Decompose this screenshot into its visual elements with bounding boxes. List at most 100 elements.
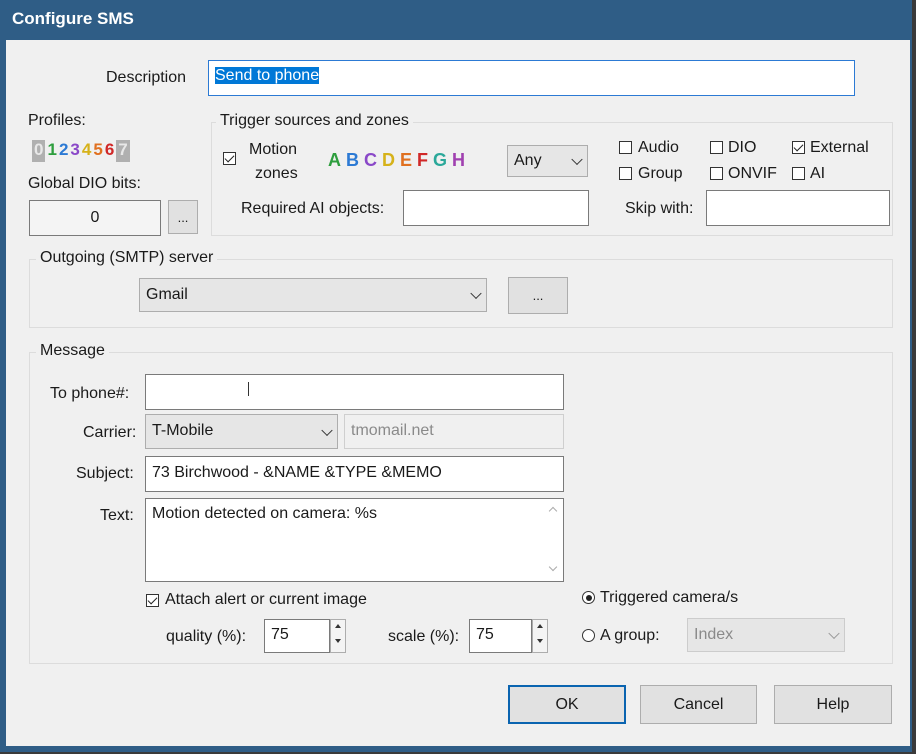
window-title: Configure SMS — [12, 9, 134, 28]
smtp-server-select[interactable]: Gmail — [139, 278, 487, 312]
zone-f[interactable]: F — [417, 150, 428, 171]
scale-label: scale (%): — [388, 628, 460, 645]
textarea-scrollbar[interactable] — [546, 500, 562, 580]
trigger-sources-title: Trigger sources and zones — [216, 112, 413, 130]
zone-c[interactable]: C — [364, 150, 377, 171]
chevron-down-icon — [321, 424, 333, 436]
text-textarea[interactable]: Motion detected on camera: %s — [145, 498, 564, 582]
attach-image-checkbox[interactable] — [146, 594, 159, 607]
onvif-checkbox[interactable] — [710, 167, 723, 180]
profile-0[interactable]: 0 — [32, 140, 46, 162]
motion-zones-checkbox[interactable] — [223, 152, 236, 165]
a-group-label: A group: — [600, 627, 660, 644]
scroll-up-icon[interactable] — [548, 506, 558, 516]
profile-1[interactable]: 1 — [47, 140, 56, 162]
profile-3[interactable]: 3 — [70, 140, 79, 162]
audio-checkbox[interactable] — [619, 141, 632, 154]
motion-zones-label-1: Motion — [249, 141, 298, 158]
smtp-title: Outgoing (SMTP) server — [36, 249, 218, 267]
dio-checkbox[interactable] — [710, 141, 723, 154]
description-input[interactable]: Send to phone — [208, 60, 855, 96]
message-title: Message — [36, 342, 109, 360]
subject-input[interactable]: 73 Birchwood - &NAME &TYPE &MEMO — [145, 456, 564, 492]
quality-label: quality (%): — [166, 628, 247, 645]
scroll-down-icon[interactable] — [548, 562, 558, 572]
subject-value: 73 Birchwood - &NAME &TYPE &MEMO — [152, 464, 442, 481]
zone-mode-select[interactable]: Any — [507, 145, 588, 177]
global-dio-label: Global DIO bits: — [28, 175, 141, 192]
global-dio-browse-button[interactable]: ... — [168, 200, 198, 234]
profile-2[interactable]: 2 — [59, 140, 68, 162]
profile-5[interactable]: 5 — [93, 140, 102, 162]
carrier-select[interactable]: T-Mobile — [145, 414, 338, 449]
chevron-down-icon — [828, 627, 840, 640]
chevron-down-icon — [470, 287, 482, 300]
description-value: Send to phone — [215, 67, 320, 84]
audio-label: Audio — [638, 139, 679, 156]
zone-g[interactable]: G — [433, 150, 447, 171]
spin-down-icon[interactable] — [533, 636, 547, 652]
carrier-label: Carrier: — [83, 424, 137, 441]
dio-label: DIO — [728, 139, 757, 156]
onvif-label: ONVIF — [728, 165, 777, 182]
group-checkbox[interactable] — [619, 167, 632, 180]
ok-button[interactable]: OK — [508, 685, 626, 724]
browse-label: ... — [532, 288, 544, 303]
zone-d[interactable]: D — [382, 150, 395, 171]
help-button[interactable]: Help — [774, 685, 892, 724]
text-label: Text: — [100, 507, 134, 524]
global-dio-field[interactable]: 0 — [29, 200, 161, 236]
title-bar[interactable]: Configure SMS — [0, 0, 912, 40]
scale-spinner[interactable] — [532, 619, 548, 653]
carrier-domain-field: tmomail.net — [344, 414, 564, 449]
attach-image-label: Attach alert or current image — [165, 591, 367, 608]
zone-mode-value: Any — [514, 152, 542, 169]
carrier-domain-value: tmomail.net — [351, 422, 434, 439]
profiles-label: Profiles: — [28, 112, 86, 129]
profile-7[interactable]: 7 — [116, 140, 130, 162]
chevron-down-icon — [571, 153, 583, 166]
zones-selector: ABCDEFGH — [328, 150, 465, 171]
group-select-value: Index — [694, 626, 734, 643]
smtp-server-value: Gmail — [146, 286, 188, 303]
description-label: Description — [106, 69, 187, 86]
motion-zones-label-2: zones — [255, 165, 298, 182]
cancel-button[interactable]: Cancel — [640, 685, 757, 724]
to-phone-label: To phone#: — [50, 385, 130, 402]
zone-h[interactable]: H — [452, 150, 465, 171]
external-label: External — [810, 139, 869, 156]
smtp-browse-button[interactable]: ... — [508, 277, 568, 314]
carrier-value: T-Mobile — [152, 422, 214, 439]
skip-with-input[interactable] — [706, 190, 890, 226]
scale-input[interactable]: 75 — [469, 619, 532, 653]
skip-with-label: Skip with: — [625, 200, 694, 217]
spin-down-icon[interactable] — [331, 636, 345, 652]
zone-a[interactable]: A — [328, 150, 341, 171]
spin-up-icon[interactable] — [533, 620, 547, 636]
browse-label: ... — [177, 209, 189, 225]
required-ai-input[interactable] — [403, 190, 589, 226]
cancel-label: Cancel — [673, 695, 724, 713]
triggered-cameras-radio[interactable] — [582, 591, 595, 604]
profile-6[interactable]: 6 — [105, 140, 114, 162]
a-group-radio[interactable] — [582, 629, 595, 642]
zone-e[interactable]: E — [400, 150, 412, 171]
ok-label: OK — [555, 695, 579, 713]
text-cursor — [248, 382, 249, 396]
quality-value: 75 — [271, 626, 289, 643]
ai-label: AI — [810, 165, 826, 182]
quality-spinner[interactable] — [330, 619, 346, 653]
to-phone-input[interactable] — [145, 374, 564, 410]
dialog-body: Description Send to phone Profiles: 0123… — [6, 40, 910, 746]
spin-up-icon[interactable] — [331, 620, 345, 636]
profiles-selector: 01234567 — [32, 140, 130, 162]
help-label: Help — [816, 695, 850, 713]
subject-label: Subject: — [76, 465, 134, 482]
group-label: Group — [638, 165, 683, 182]
scale-value: 75 — [476, 626, 494, 643]
ai-checkbox[interactable] — [792, 167, 805, 180]
quality-input[interactable]: 75 — [264, 619, 330, 653]
profile-4[interactable]: 4 — [82, 140, 91, 162]
external-checkbox[interactable] — [792, 141, 805, 154]
zone-b[interactable]: B — [346, 150, 359, 171]
